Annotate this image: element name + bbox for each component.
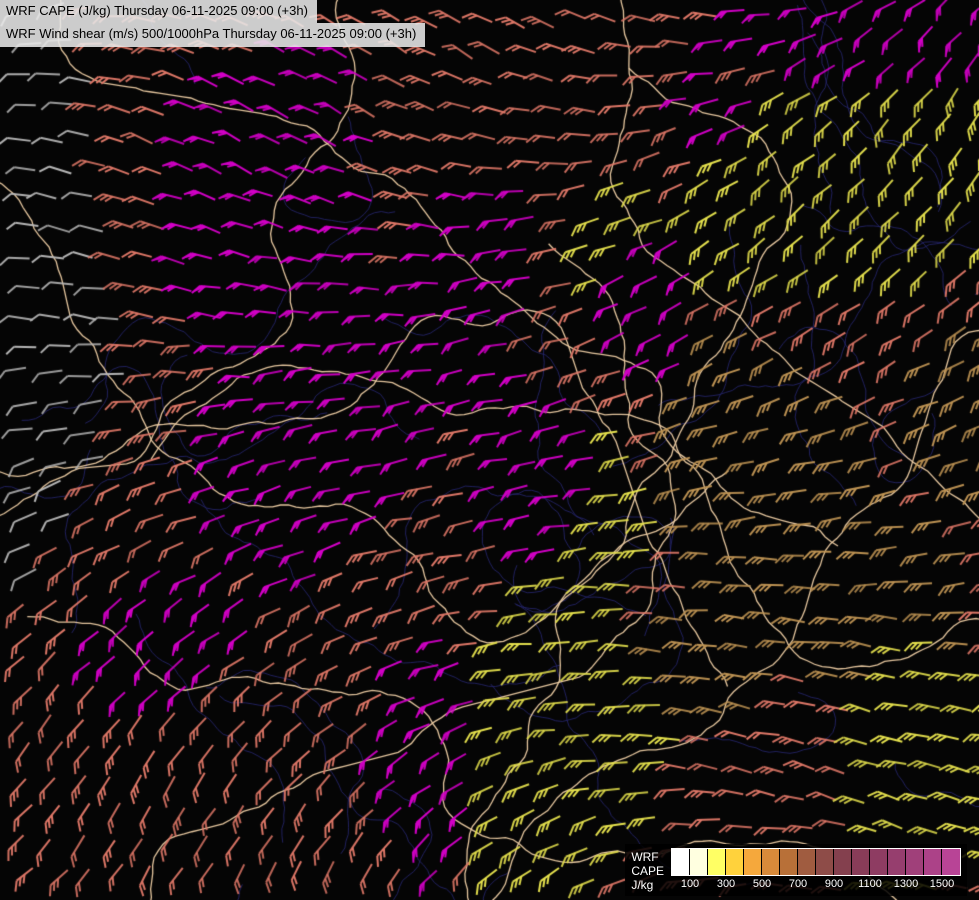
legend-tick: 1300 (893, 878, 919, 890)
legend-title: WRF CAPE J/kg (631, 848, 664, 892)
legend-color-cell (834, 849, 852, 875)
legend-color-cell (726, 849, 744, 875)
legend-title-model: WRF (631, 850, 659, 864)
legend-colorbar (671, 848, 961, 876)
title-overlay: WRF CAPE (J/kg) Thursday 06-11-2025 09:0… (0, 0, 426, 47)
legend-color-cell (744, 849, 762, 875)
legend-color-cell (798, 849, 816, 875)
legend-tick-row: 100 300 500 700 900 1100 1300 1500 (671, 878, 961, 894)
legend-tick: 100 (680, 878, 700, 890)
legend-color-cell (690, 849, 708, 875)
legend-title-variable: CAPE (631, 864, 664, 879)
legend-tick: 700 (788, 878, 808, 890)
legend-tick: 300 (716, 878, 736, 890)
title-line-cape: WRF CAPE (J/kg) Thursday 06-11-2025 09:0… (0, 0, 317, 24)
cape-legend: WRF CAPE J/kg 100 300 500 700 900 1100 1300 150… (625, 844, 967, 896)
legend-title-units: J/kg (631, 878, 654, 893)
legend-color-cell (906, 849, 924, 875)
wind-barb-map-canvas (0, 0, 979, 900)
title-line-windshear: WRF Wind shear (m/s) 500/1000hPa Thursda… (0, 23, 426, 47)
legend-color-cell (708, 849, 726, 875)
legend-color-cell (870, 849, 888, 875)
legend-tick: 1100 (858, 878, 882, 890)
legend-color-cell (672, 849, 690, 875)
legend-color-cell (816, 849, 834, 875)
legend-color-cell (852, 849, 870, 875)
legend-color-cell (780, 849, 798, 875)
weather-map-stage: WRF CAPE (J/kg) Thursday 06-11-2025 09:0… (0, 0, 979, 900)
legend-tick: 500 (752, 878, 772, 890)
legend-color-cell (762, 849, 780, 875)
legend-tick: 1500 (929, 878, 955, 890)
legend-colorbar-wrap: 100 300 500 700 900 1100 1300 1500 (671, 848, 961, 894)
legend-color-cell (924, 849, 942, 875)
legend-color-cell (942, 849, 960, 875)
legend-tick: 900 (824, 878, 844, 890)
legend-color-cell (888, 849, 906, 875)
